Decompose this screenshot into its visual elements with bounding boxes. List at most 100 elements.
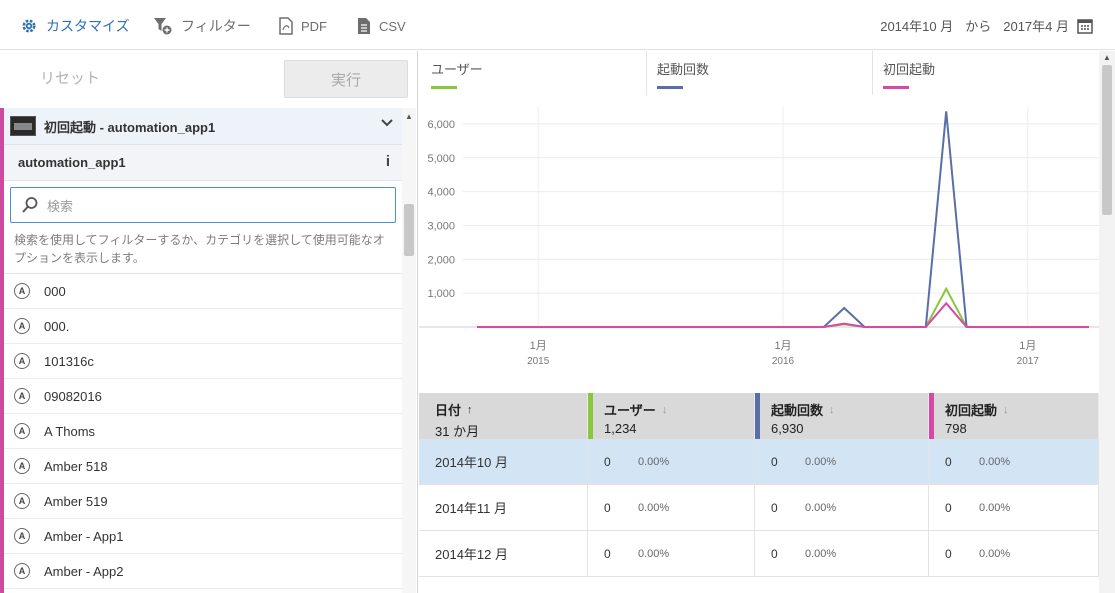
customize-label: カスタマイズ	[46, 18, 130, 34]
pdf-button[interactable]: PDF	[279, 14, 327, 38]
attribute-icon: A	[14, 493, 30, 509]
filter-button[interactable]: フィルター	[153, 14, 251, 38]
list-item-label: Amber 519	[44, 493, 108, 509]
list-item-label: Amber - App2	[44, 563, 124, 579]
calendar-icon[interactable]	[1077, 18, 1093, 34]
col-date[interactable]: 日付 ↑ 31 か月	[419, 393, 588, 439]
col-label: 起動回数	[771, 403, 824, 418]
run-button[interactable]: 実行	[284, 60, 408, 98]
cell-percent: 0.00%	[979, 547, 1011, 560]
col-total: 1,234	[604, 421, 637, 436]
cell-value: 0	[945, 454, 952, 469]
col-launches[interactable]: 起動回数 ↓ 6,930	[755, 393, 929, 439]
sort-down-icon[interactable]: ↓	[829, 404, 835, 416]
cell-percent: 0.00%	[805, 501, 837, 514]
attribute-icon: A	[14, 283, 30, 299]
cell-first-launches: 0 0.00%	[929, 439, 1099, 484]
scroll-up-icon[interactable]: ▲	[405, 112, 413, 121]
list-item[interactable]: A 09082016	[4, 379, 402, 414]
x-tick-month: 1月	[774, 340, 791, 352]
filter-card-header[interactable]: 初回起動 - automation_app1	[4, 108, 402, 145]
csv-file-icon	[358, 18, 370, 34]
cell-percent: 0.00%	[638, 547, 670, 560]
legend-users[interactable]: ユーザー	[431, 59, 483, 89]
col-accent	[588, 393, 593, 439]
cell-date: 2014年12 月	[419, 531, 588, 576]
table-row[interactable]: 2014年12 月 0 0.00% 0 0.00% 0 0.00%	[419, 531, 1099, 577]
col-label: 初回起動	[945, 403, 998, 418]
cell-value: 0	[945, 500, 952, 515]
search-hint: 検索を使用してフィルターするか、カテゴリを選択して使用可能なオプションを表示しま…	[4, 223, 402, 274]
list-item-label: 101316c	[44, 353, 94, 369]
search-input[interactable]: 検索	[47, 196, 73, 215]
sort-down-icon[interactable]: ↓	[662, 404, 668, 416]
legend-first-launches[interactable]: 初回起動	[883, 59, 935, 89]
customize-button[interactable]: カスタマイズ	[20, 14, 130, 38]
list-item[interactable]: A Amber - App1	[4, 519, 402, 554]
list-item[interactable]: A 101316c	[4, 344, 402, 379]
scroll-thumb[interactable]	[1102, 65, 1112, 215]
col-first-launches[interactable]: 初回起動 ↓ 798	[929, 393, 1099, 439]
app-thumbnail	[10, 116, 36, 136]
option-list: A 000 A 000. A 101316c A 09082016 A A Thoms A Amber…	[4, 274, 402, 589]
chevron-down-icon[interactable]	[380, 116, 394, 130]
right-scrollbar[interactable]: ▲	[1099, 51, 1115, 593]
list-item-label: Amber - App1	[44, 528, 124, 544]
sort-down-icon[interactable]: ↓	[1003, 404, 1009, 416]
list-item[interactable]: A Amber - App2	[4, 554, 402, 589]
date-separator: から	[965, 19, 992, 34]
y-tick-label: 3,000	[427, 220, 455, 232]
top-toolbar: カスタマイズ フィルター PDF CSV 2014年10 月 から 2017年4…	[0, 0, 1115, 50]
col-users[interactable]: ユーザー ↓ 1,234	[588, 393, 755, 439]
attribute-icon: A	[14, 318, 30, 334]
cell-percent: 0.00%	[805, 547, 837, 560]
left-scrollbar[interactable]: ▲	[402, 108, 416, 593]
scroll-up-icon[interactable]: ▲	[1103, 53, 1111, 62]
x-tick-year: 2016	[772, 356, 795, 367]
list-item[interactable]: A A Thoms	[4, 414, 402, 449]
attribute-icon: A	[14, 388, 30, 404]
cell-percent: 0.00%	[638, 501, 670, 514]
cell-first-launches: 0 0.00%	[929, 531, 1099, 576]
list-item-label: 000.	[44, 318, 70, 334]
cell-value: 0	[771, 500, 778, 515]
legend-label: 初回起動	[883, 62, 936, 77]
cell-launches: 0 0.00%	[755, 439, 929, 484]
filter-icon	[154, 18, 172, 35]
cell-launches: 0 0.00%	[755, 531, 929, 576]
scroll-thumb[interactable]	[404, 204, 414, 256]
list-item[interactable]: A 000	[4, 274, 402, 309]
csv-label: CSV	[379, 18, 406, 34]
cell-first-launches: 0 0.00%	[929, 485, 1099, 530]
cell-percent: 0.00%	[979, 455, 1011, 468]
attribute-icon: A	[14, 528, 30, 544]
info-icon[interactable]: i	[386, 153, 390, 170]
list-item[interactable]: A 000.	[4, 309, 402, 344]
reset-button[interactable]: リセット	[40, 67, 100, 88]
table-row[interactable]: 2014年11 月 0 0.00% 0 0.00% 0 0.00%	[419, 485, 1099, 531]
legend-divider	[872, 51, 873, 95]
cell-value: 0	[771, 546, 778, 561]
search-field[interactable]: 検索	[10, 187, 396, 223]
cell-users: 0 0.00%	[588, 485, 755, 530]
csv-button[interactable]: CSV	[357, 14, 406, 38]
report-panel: ユーザー 起動回数 初回起動 1,000 2,000 3,000 4,000 5,000…	[419, 51, 1099, 593]
date-range-picker[interactable]: 2014年10 月 から 2017年4 月	[880, 16, 1093, 35]
col-total: 31 か月	[435, 424, 480, 439]
list-item[interactable]: A Amber 519	[4, 484, 402, 519]
pdf-file-icon	[279, 17, 293, 35]
gear-icon	[22, 19, 36, 33]
list-item[interactable]: A Amber 518	[4, 449, 402, 484]
legend-divider	[646, 51, 647, 95]
table-row[interactable]: 2014年10 月 0 0.00% 0 0.00% 0 0.00%	[419, 439, 1099, 485]
list-item-label: Amber 518	[44, 458, 108, 474]
cell-percent: 0.00%	[979, 501, 1011, 514]
col-accent	[929, 393, 934, 439]
sort-up-icon[interactable]: ↑	[467, 404, 473, 416]
legend-launches[interactable]: 起動回数	[657, 59, 709, 89]
date-from: 2014年10 月	[880, 19, 954, 34]
y-tick-label: 4,000	[427, 187, 455, 199]
filter-label: フィルター	[181, 18, 251, 34]
cell-value: 0	[604, 546, 611, 561]
filter-panel: リセット 実行 初回起動 - automation_app1 automatio…	[0, 51, 418, 593]
